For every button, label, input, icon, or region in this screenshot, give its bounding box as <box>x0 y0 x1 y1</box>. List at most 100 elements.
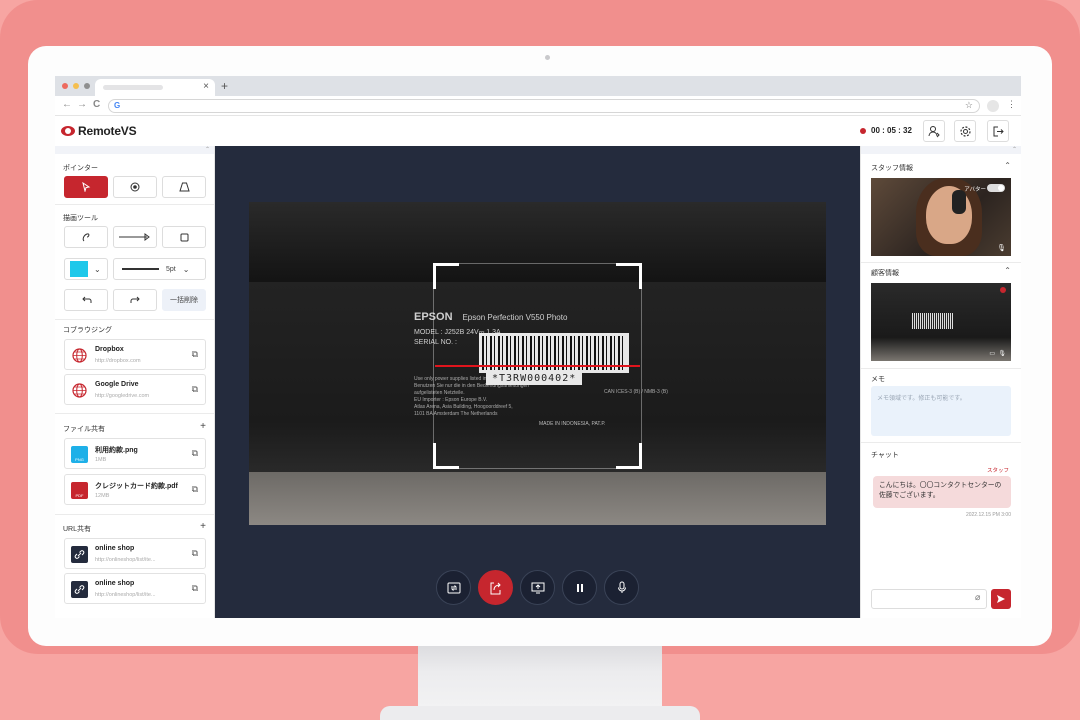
add-url-button[interactable]: + <box>200 521 206 532</box>
globe-icon <box>72 348 87 363</box>
scan-corner <box>433 443 459 469</box>
webcam-dot <box>545 55 550 60</box>
redo-button[interactable] <box>113 289 157 311</box>
browser-tab[interactable]: × <box>95 79 215 96</box>
bookmark-star-icon[interactable]: ☆ <box>965 100 973 111</box>
microphone-button[interactable] <box>604 570 639 605</box>
arrow-draw-button[interactable] <box>113 226 157 248</box>
file-size: 1MB <box>95 457 107 463</box>
address-bar[interactable]: G ☆ <box>108 99 980 113</box>
left-tool-panel: ⌃ ポインター 描画ツール ⌄ 5pt ⌄ 一括削除 コブラウジング Dropb… <box>55 146 215 618</box>
mic-icon: 🎙 <box>997 245 1006 252</box>
chat-input[interactable] <box>871 589 987 609</box>
headset-icon <box>952 190 966 214</box>
cursor-arrow-icon <box>82 182 91 192</box>
spot-pointer-button[interactable] <box>113 176 157 198</box>
chevron-up-icon[interactable]: ⌃ <box>1004 266 1011 275</box>
url-address: http://onlineshop/list/ite... <box>95 557 156 563</box>
external-link-icon[interactable]: ⧉ <box>192 349 198 360</box>
logout-button[interactable] <box>987 120 1009 142</box>
divider <box>861 368 1021 369</box>
camera-switch-icon <box>447 582 460 593</box>
chevron-up-icon[interactable]: ⌃ <box>1004 161 1011 170</box>
browser-menu-icon[interactable]: ⋮ <box>1007 99 1016 110</box>
back-icon[interactable]: ← <box>62 99 72 110</box>
memo-textarea[interactable]: メモ領域です。修正も可能です。 <box>871 386 1011 436</box>
rectangle-draw-button[interactable] <box>162 226 206 248</box>
close-window-button[interactable] <box>62 83 68 89</box>
new-tab-button[interactable]: + <box>221 79 228 93</box>
browser-toolbar: ← → C G ☆ ⋮ <box>55 96 1021 116</box>
undo-button[interactable] <box>64 289 108 311</box>
link-icon <box>71 581 88 598</box>
screen-share-button[interactable] <box>520 570 555 605</box>
divider <box>861 262 1021 263</box>
thumbnail-barcode <box>911 313 953 329</box>
url-address: http://onlineshop/list/ite... <box>95 592 156 598</box>
color-swatch <box>70 261 88 277</box>
urls-section-title: URL共有 <box>63 526 92 533</box>
share-capture-button[interactable] <box>478 570 513 605</box>
mic-icon: 🎙 <box>998 351 1006 357</box>
divider <box>55 319 214 320</box>
reload-icon[interactable]: C <box>93 99 100 110</box>
color-picker[interactable]: ⌄ <box>64 258 108 280</box>
file-item[interactable]: PDF クレジットカード約款.pdf 12MB ⧉ <box>64 474 206 505</box>
switch-camera-button[interactable] <box>436 570 471 605</box>
file-item[interactable]: PNG 利用約款.png 1MB ⧉ <box>64 438 206 469</box>
send-icon <box>997 595 1005 603</box>
left-panel-collapse[interactable]: ⌃ <box>55 146 214 154</box>
url-name: online shop <box>95 545 135 552</box>
cobrowse-item[interactable]: Google Drive http://googledrive.com ⧉ <box>64 374 206 405</box>
link-icon <box>71 546 88 563</box>
undo-icon <box>81 296 91 303</box>
monitor-base <box>380 706 700 720</box>
tab-title-placeholder <box>103 85 163 90</box>
cobrowse-section-title: コブラウジング <box>63 327 112 334</box>
window-controls <box>62 83 90 89</box>
divider <box>55 204 214 205</box>
paperclip-icon[interactable]: ⌀ <box>975 592 980 603</box>
external-link-icon[interactable]: ⧉ <box>192 448 198 459</box>
monitor-upload-icon <box>531 582 544 593</box>
avatar-toggle[interactable] <box>987 184 1005 192</box>
send-button[interactable] <box>991 589 1011 609</box>
profile-avatar[interactable] <box>987 100 999 112</box>
minimize-window-button[interactable] <box>73 83 79 89</box>
customer-camera-feed[interactable]: EPSON Epson Perfection V550 Photo MODEL … <box>249 202 826 525</box>
forward-icon[interactable]: → <box>77 99 87 110</box>
triangle-beam-icon <box>178 182 190 192</box>
url-item[interactable]: online shop http://onlineshop/list/ite..… <box>64 538 206 569</box>
microphone-icon <box>617 581 626 593</box>
external-link-icon[interactable]: ⧉ <box>192 583 198 594</box>
staff-switch-button[interactable] <box>923 120 945 142</box>
logout-icon <box>993 126 1004 136</box>
pause-button[interactable] <box>562 570 597 605</box>
url-item[interactable]: online shop http://onlineshop/list/ite..… <box>64 573 206 604</box>
divider <box>55 514 214 515</box>
avatar-label: アバター <box>964 187 986 193</box>
tab-close-icon[interactable]: × <box>203 81 209 92</box>
pen-curve-icon <box>82 233 90 242</box>
file-name: クレジットカード約款.pdf <box>95 483 178 490</box>
settings-button[interactable] <box>954 120 976 142</box>
zoom-window-button[interactable] <box>84 83 90 89</box>
square-icon <box>180 233 188 241</box>
arrow-pointer-button[interactable] <box>64 176 108 198</box>
chat-sender-label: スタッフ <box>986 468 1009 474</box>
external-link-icon[interactable]: ⧉ <box>192 484 198 495</box>
right-panel-collapse[interactable]: ⌃ <box>861 146 1021 154</box>
cobrowse-item[interactable]: Dropbox http://dropbox.com ⧉ <box>64 339 206 370</box>
external-link-icon[interactable]: ⧉ <box>192 548 198 559</box>
png-file-icon: PNG <box>71 446 88 463</box>
line-width-select[interactable]: 5pt ⌄ <box>113 258 206 280</box>
alert-dot-icon <box>1000 287 1006 293</box>
share-arrow-icon <box>490 582 501 594</box>
laser-pointer-button[interactable] <box>162 176 206 198</box>
add-file-button[interactable]: + <box>200 421 206 432</box>
cobrowse-name: Dropbox <box>95 346 124 353</box>
external-link-icon[interactable]: ⧉ <box>192 384 198 395</box>
freehand-button[interactable] <box>64 226 108 248</box>
clear-all-button[interactable]: 一括削除 <box>162 289 206 311</box>
logo-eye-icon <box>61 126 75 136</box>
